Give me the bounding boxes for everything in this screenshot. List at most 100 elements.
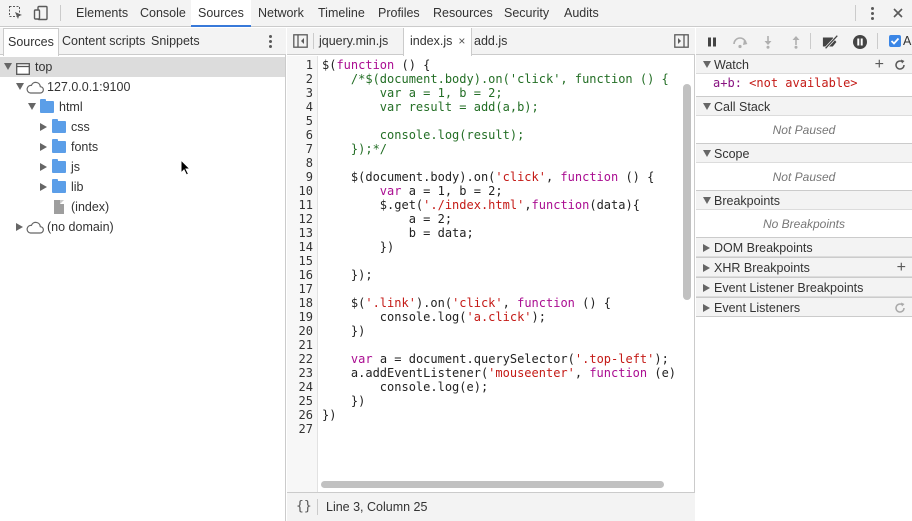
chevron-right-icon[interactable] [703,264,710,272]
pane-breakpoints-header[interactable]: Breakpoints [696,190,912,210]
pane-xhr-breakpoints-header[interactable]: XHR Breakpoints + [696,257,912,277]
line-number[interactable]: 3 [287,86,313,100]
code-content[interactable]: $(function () { /*$(document.body).on('c… [322,56,677,492]
chevron-right-icon[interactable] [16,223,23,231]
file-tab-jquery[interactable]: jquery.min.js [313,28,394,55]
line-number[interactable]: 21 [287,338,313,352]
tree-item-css[interactable]: css [0,117,285,137]
chevron-down-icon[interactable] [703,61,711,68]
line-number[interactable]: 12 [287,212,313,226]
tab-audits[interactable]: Audits [563,0,600,27]
tree-item-fonts[interactable]: fonts [0,137,285,157]
chevron-right-icon[interactable] [40,143,47,151]
chevron-down-icon[interactable] [28,103,36,110]
line-number[interactable]: 16 [287,268,313,282]
tree-item-html[interactable]: html [0,97,285,117]
pane-event-listeners-header[interactable]: Event Listeners [696,297,912,317]
line-number[interactable]: 19 [287,310,313,324]
line-number[interactable]: 15 [287,254,313,268]
tab-security[interactable]: Security [503,0,550,27]
kebab-icon[interactable] [867,4,877,23]
tab-network[interactable]: Network [257,0,305,27]
line-number[interactable]: 2 [287,72,313,86]
chevron-right-icon[interactable] [40,183,47,191]
tab-content-scripts[interactable]: Content scripts [58,28,149,55]
chevron-down-icon[interactable] [703,150,711,157]
pause-icon[interactable] [703,33,721,50]
line-number-gutter[interactable]: 1 2 3 4 5 6 7 8 9 10 11 12 13 14 15 16 17 18 19 20 21 22 23 24 2… [287,56,318,492]
line-number[interactable]: 1 [287,58,313,72]
line-number[interactable]: 6 [287,128,313,142]
line-number[interactable]: 5 [287,114,313,128]
line-number[interactable]: 9 [287,170,313,184]
line-number[interactable]: 11 [287,198,313,212]
line-number[interactable]: 10 [287,184,313,198]
line-number[interactable]: 18 [287,296,313,310]
tab-resources[interactable]: Resources [432,0,494,27]
chevron-right-icon[interactable] [703,304,710,312]
line-number[interactable]: 25 [287,394,313,408]
sidebar-toggle-icon[interactable] [293,34,308,51]
vertical-scrollbar[interactable] [683,84,691,300]
chevron-right-icon[interactable] [40,123,47,131]
chevron-down-icon[interactable] [703,197,711,204]
kebab-icon[interactable] [265,32,275,51]
refresh-icon[interactable] [894,301,906,319]
pane-dom-breakpoints-header[interactable]: DOM Breakpoints [696,237,912,257]
deactivate-breakpoints-icon[interactable] [822,33,840,50]
pause-on-exceptions-icon[interactable] [851,33,869,50]
chevron-down-icon[interactable] [4,63,12,70]
tab-timeline[interactable]: Timeline [317,0,366,27]
debugger-toggle-icon[interactable] [674,34,689,51]
chevron-right-icon[interactable] [40,163,47,171]
step-out-icon[interactable] [787,33,805,50]
tab-sources-navigator[interactable]: Sources [3,28,59,56]
pane-event-listener-breakpoints-header[interactable]: Event Listener Breakpoints [696,277,912,297]
line-number[interactable]: 26 [287,408,313,422]
line-number[interactable]: 14 [287,240,313,254]
tree-item-lib[interactable]: lib [0,177,285,197]
device-icon[interactable] [31,4,51,22]
line-number[interactable]: 4 [287,100,313,114]
inspect-icon[interactable] [6,4,26,22]
chevron-down-icon[interactable] [16,83,24,90]
line-number[interactable]: 23 [287,366,313,380]
chevron-right-icon[interactable] [703,244,710,252]
line-number[interactable]: 20 [287,324,313,338]
tree-item-top[interactable]: top [0,57,285,77]
close-icon[interactable] [888,4,908,22]
pane-watch-header[interactable]: Watch + [696,54,912,74]
tab-snippets[interactable]: Snippets [147,28,204,55]
horizontal-scrollbar[interactable] [321,481,664,488]
line-number[interactable]: 7 [287,142,313,156]
watch-expression[interactable]: a+b: <not available> [713,76,858,90]
line-number[interactable]: 27 [287,422,313,436]
line-number[interactable]: 13 [287,226,313,240]
step-over-icon[interactable] [731,33,749,50]
pane-scope-header[interactable]: Scope [696,143,912,163]
tree-item-host[interactable]: 127.0.0.1:9100 [0,77,285,97]
async-checkbox[interactable] [889,35,901,47]
file-tab-index[interactable]: index.js × [403,28,473,56]
step-into-icon[interactable] [759,33,777,50]
tree-item-js[interactable]: js [0,157,285,177]
line-number[interactable]: 24 [287,380,313,394]
refresh-icon[interactable] [894,58,906,76]
chevron-down-icon[interactable] [703,103,711,110]
add-icon[interactable]: + [897,258,906,277]
close-tab-icon[interactable]: × [458,34,465,48]
chevron-right-icon[interactable] [703,284,710,292]
file-tab-add[interactable]: add.js [468,28,513,55]
tab-elements[interactable]: Elements [75,0,129,27]
pane-call-stack-header[interactable]: Call Stack [696,96,912,116]
tab-profiles[interactable]: Profiles [377,0,421,27]
line-number[interactable]: 22 [287,352,313,366]
add-icon[interactable]: + [875,55,884,74]
tree-item-index[interactable]: (index) [0,197,285,217]
pretty-print-button[interactable]: {} [296,499,312,514]
line-number[interactable]: 17 [287,282,313,296]
tab-sources[interactable]: Sources [191,0,251,27]
tree-item-no-domain[interactable]: (no domain) [0,217,285,237]
tab-console[interactable]: Console [139,0,187,27]
line-number[interactable]: 8 [287,156,313,170]
